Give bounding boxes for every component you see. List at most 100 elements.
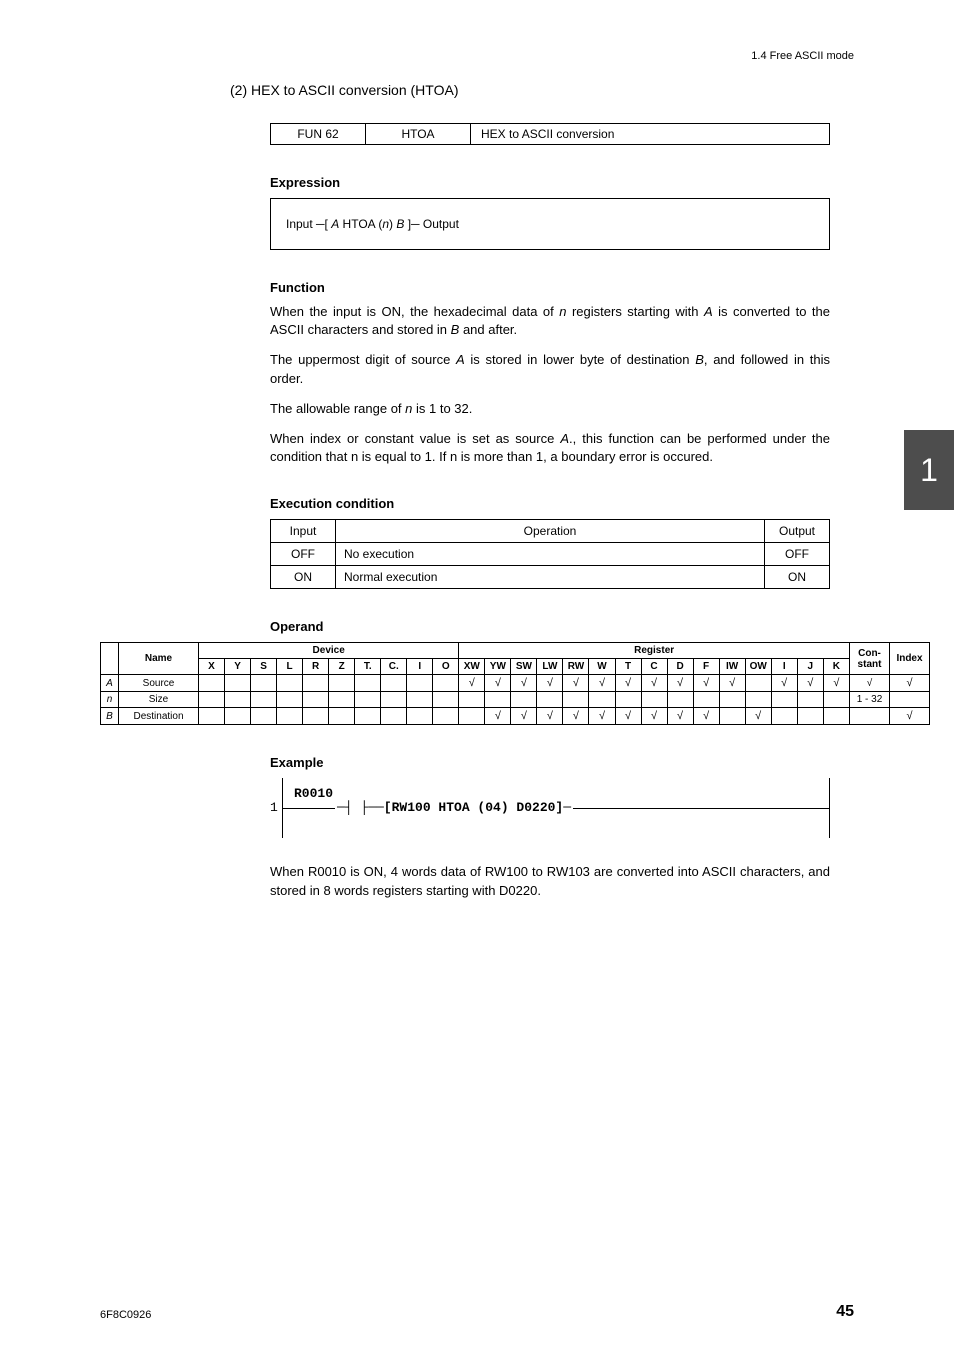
op-cell: √ xyxy=(667,675,693,692)
footer-right: 45 xyxy=(836,1303,854,1321)
op-reg-8: D xyxy=(667,659,693,675)
op-reg-14: K xyxy=(823,659,849,675)
op-reg-2: SW xyxy=(511,659,537,675)
footer-left: 6F8C0926 xyxy=(100,1309,151,1321)
op-blank xyxy=(101,643,119,675)
expr-suffix: ]─ Output xyxy=(404,217,459,231)
op-cell xyxy=(719,708,745,725)
txt: When the input is ON, the hexadecimal da… xyxy=(270,304,559,319)
op-reg-12: I xyxy=(771,659,797,675)
op-cell xyxy=(485,692,511,708)
op-cell xyxy=(537,692,563,708)
function-p4: When index or constant value is set as s… xyxy=(270,430,830,466)
info-table: FUN 62 HTOA HEX to ASCII conversion xyxy=(270,123,830,145)
op-cell xyxy=(225,675,251,692)
txt: The uppermost digit of source xyxy=(270,352,456,367)
op-cell xyxy=(433,708,459,725)
op-cell xyxy=(407,675,433,692)
example-desc: When R0010 is ON, 4 words data of RW100 … xyxy=(270,863,830,899)
op-cell: √ xyxy=(615,708,641,725)
txt: When index or constant value is set as s… xyxy=(270,431,560,446)
op-cell: √ xyxy=(719,675,745,692)
info-col2: HTOA xyxy=(366,124,471,145)
exec-h1: Input xyxy=(271,520,336,543)
op-cell xyxy=(433,675,459,692)
op-cell: √ xyxy=(485,675,511,692)
op-dev-4: R xyxy=(303,659,329,675)
op-cell: √ xyxy=(771,675,797,692)
op-cell xyxy=(381,675,407,692)
op-cell: √ xyxy=(537,708,563,725)
op-cell xyxy=(771,692,797,708)
exec-r1c3: OFF xyxy=(765,543,830,566)
expr-prefix: Input ─[ xyxy=(286,217,331,231)
op-cell xyxy=(277,675,303,692)
exec-r1c1: OFF xyxy=(271,543,336,566)
op-cell: √ xyxy=(615,675,641,692)
op-cell xyxy=(433,692,459,708)
example-ladder: R0010 1 ─┤ ├──[RW100 HTOA (04) D0220]─ xyxy=(270,778,830,838)
op-rowname-1: Size xyxy=(119,692,199,708)
heading-example: Example xyxy=(270,755,854,770)
op-register-h: Register xyxy=(459,643,850,659)
expr-mid1: HTOA ( xyxy=(339,217,382,231)
op-cell xyxy=(381,692,407,708)
op-cell: √ xyxy=(537,675,563,692)
op-cell: √ xyxy=(797,675,823,692)
op-cell: √ xyxy=(823,675,849,692)
section-title: (2) HEX to ASCII conversion (HTOA) xyxy=(230,82,854,98)
op-cell xyxy=(355,675,381,692)
op-cell xyxy=(277,708,303,725)
op-cell xyxy=(745,692,771,708)
op-cell: √ xyxy=(641,708,667,725)
op-cell xyxy=(823,692,849,708)
op-dev-3: L xyxy=(277,659,303,675)
op-cell: √ xyxy=(563,675,589,692)
op-cell xyxy=(225,708,251,725)
exec-r2c2: Normal execution xyxy=(336,566,765,589)
op-cell xyxy=(355,708,381,725)
heading-function: Function xyxy=(270,280,854,295)
op-reg-6: T xyxy=(615,659,641,675)
op-cell xyxy=(199,692,225,708)
op-key-2: B xyxy=(101,708,119,725)
function-p2: The uppermost digit of source A is store… xyxy=(270,351,830,387)
op-const-0: √ xyxy=(850,675,890,692)
op-cell: √ xyxy=(485,708,511,725)
italic-B: B xyxy=(695,352,704,367)
op-cell xyxy=(251,675,277,692)
op-cell xyxy=(407,708,433,725)
info-col3: HEX to ASCII conversion xyxy=(471,124,830,145)
page-header: 1.4 Free ASCII mode xyxy=(100,50,854,62)
heading-exec: Execution condition xyxy=(270,496,854,511)
op-cell: √ xyxy=(641,675,667,692)
op-reg-7: C xyxy=(641,659,667,675)
op-cell: √ xyxy=(667,708,693,725)
expression-box: Input ─[ A HTOA (n) B ]─ Output xyxy=(270,198,830,250)
op-cell: √ xyxy=(693,708,719,725)
op-dev-9: O xyxy=(433,659,459,675)
op-cell: √ xyxy=(589,675,615,692)
exec-r2c1: ON xyxy=(271,566,336,589)
op-idx-2: √ xyxy=(890,708,930,725)
op-cell: √ xyxy=(511,708,537,725)
op-dev-0: X xyxy=(199,659,225,675)
op-rowname-2: Destination xyxy=(119,708,199,725)
op-dev-5: Z xyxy=(329,659,355,675)
op-dev-2: S xyxy=(251,659,277,675)
exec-h2: Operation xyxy=(336,520,765,543)
op-reg-4: RW xyxy=(563,659,589,675)
function-p3: The allowable range of n is 1 to 32. xyxy=(270,400,830,418)
op-cell xyxy=(615,692,641,708)
txt: registers starting with xyxy=(566,304,704,319)
op-reg-3: LW xyxy=(537,659,563,675)
txt: The allowable range of xyxy=(270,401,405,416)
op-cell xyxy=(199,675,225,692)
function-p1: When the input is ON, the hexadecimal da… xyxy=(270,303,830,339)
op-cell xyxy=(719,692,745,708)
op-cell xyxy=(797,692,823,708)
op-const-h: Con-stant xyxy=(850,643,890,675)
example-rung: 1 xyxy=(270,800,278,815)
op-cell xyxy=(563,692,589,708)
op-cell xyxy=(251,708,277,725)
